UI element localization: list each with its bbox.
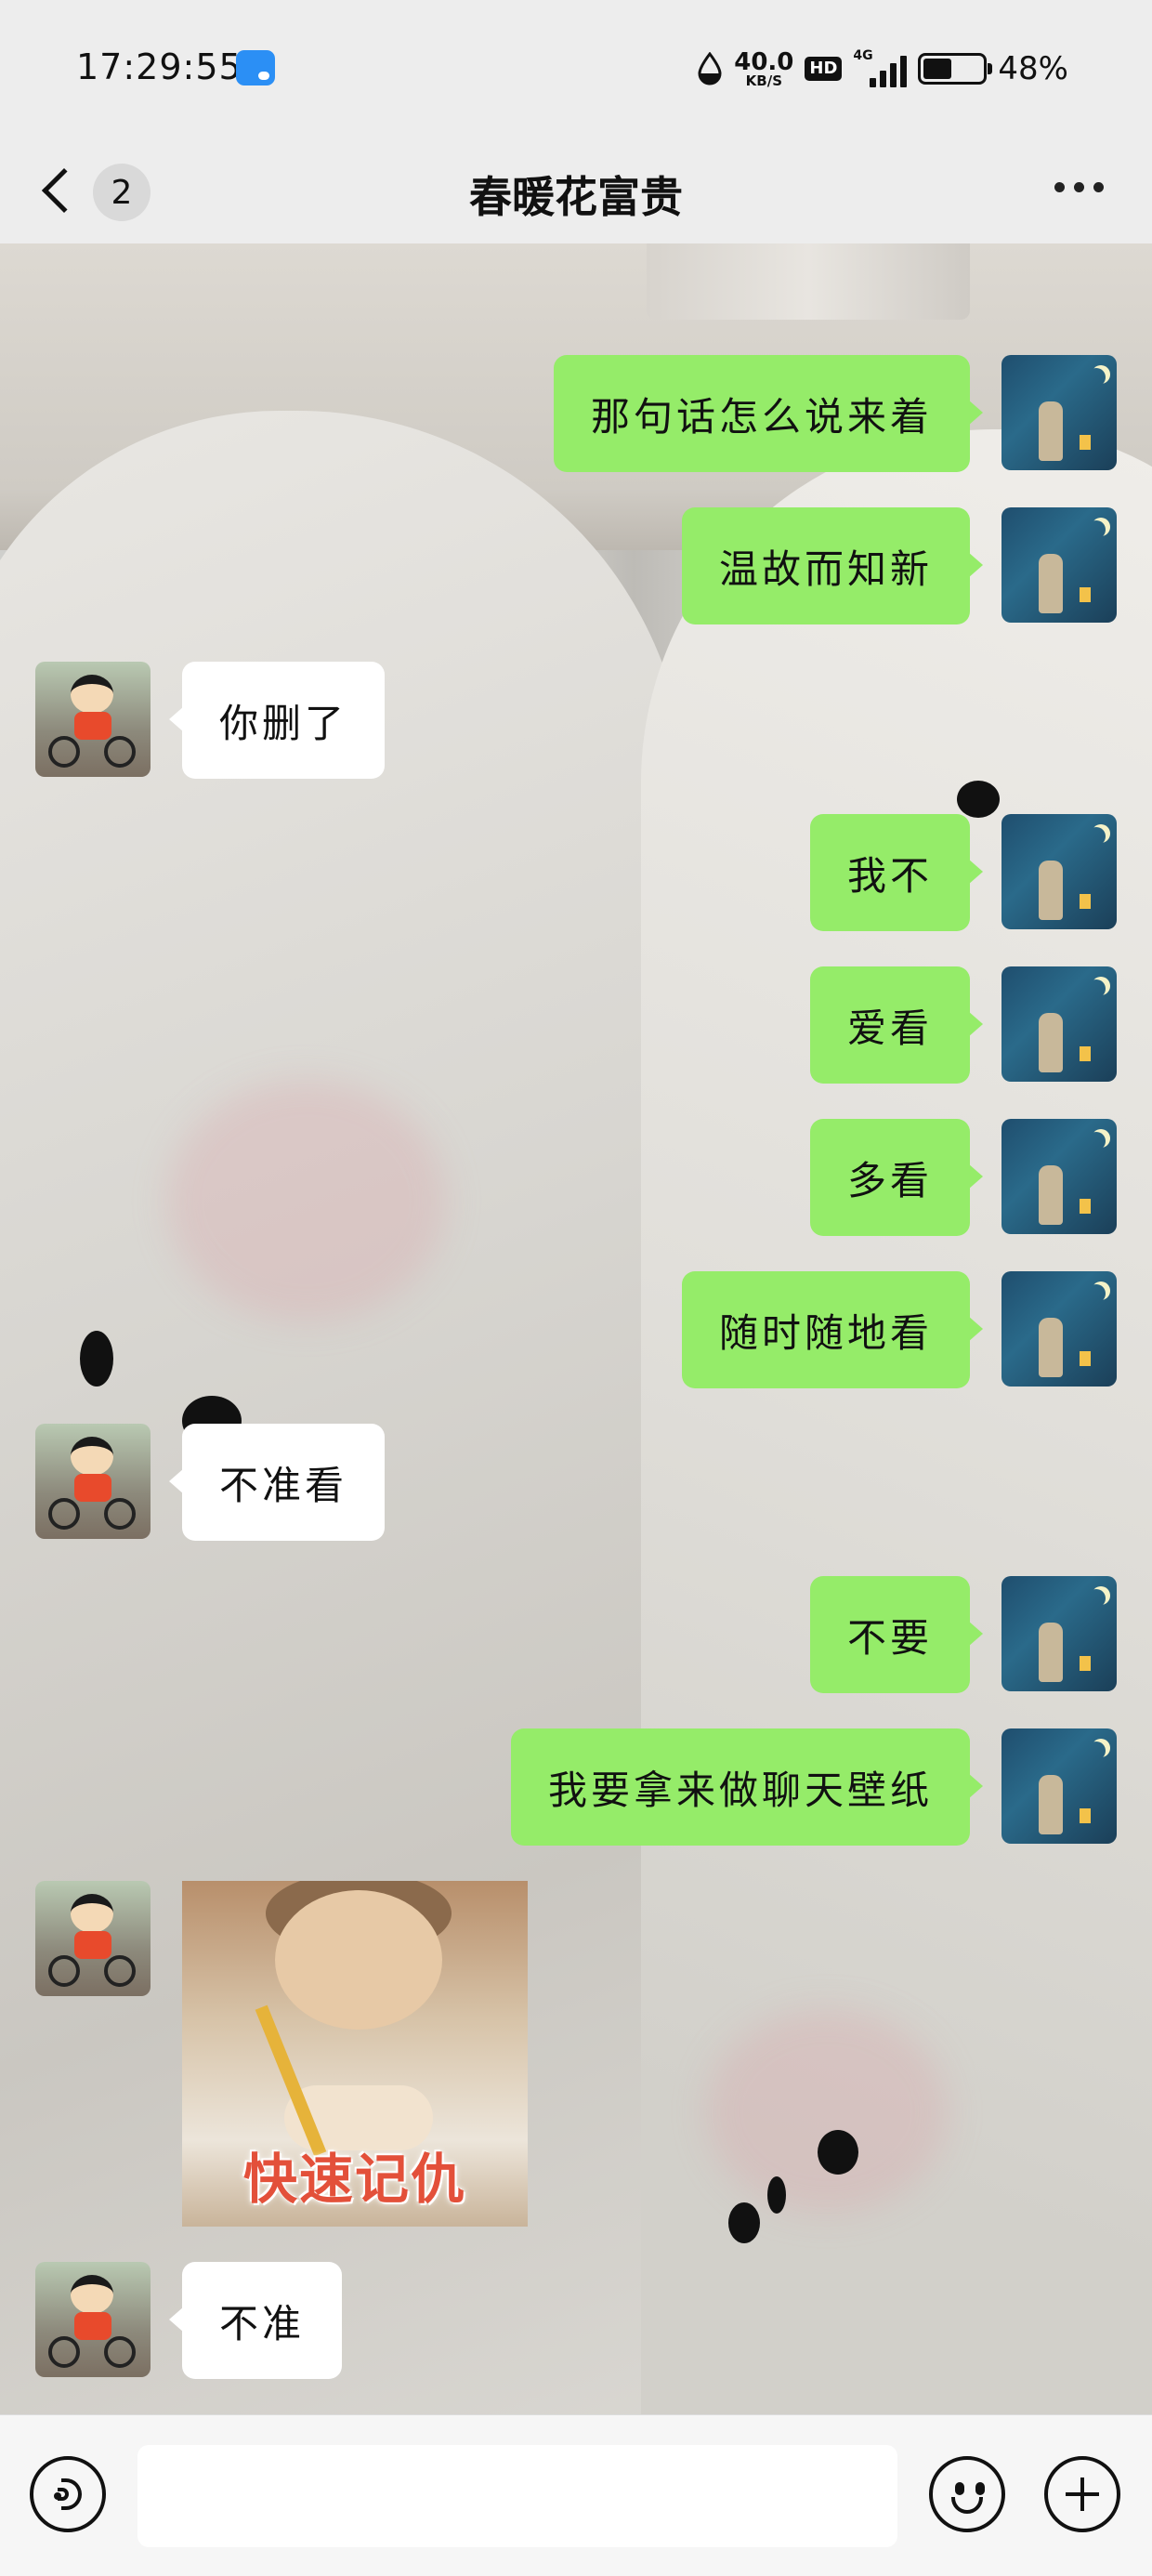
my-avatar[interactable]	[1001, 814, 1117, 929]
wallpaper-eye	[818, 2130, 858, 2175]
my-avatar[interactable]	[1001, 1271, 1117, 1387]
status-indicators: 40.0 KB/S HD 4G 48%	[697, 41, 1068, 97]
message-bubble-incoming[interactable]: 不准看	[168, 1424, 386, 1541]
battery-icon	[918, 53, 993, 85]
hd-icon: HD	[805, 57, 843, 81]
network-speed-unit: KB/S	[745, 72, 782, 89]
my-avatar[interactable]	[1001, 355, 1117, 470]
contact-avatar[interactable]	[35, 662, 151, 777]
my-avatar[interactable]	[1001, 966, 1117, 1082]
my-avatar[interactable]	[1001, 1576, 1117, 1691]
message-bubble-outgoing[interactable]: 随时随地看	[681, 1271, 984, 1388]
message-input[interactable]	[137, 2445, 897, 2547]
chat-header: 2 春暖花富贵	[0, 136, 1152, 243]
network-speed: 40.0 KB/S	[734, 50, 793, 88]
voice-input-button[interactable]	[30, 2456, 106, 2532]
my-avatar[interactable]	[1001, 1728, 1117, 1844]
battery-level	[923, 59, 952, 79]
my-avatar[interactable]	[1001, 507, 1117, 623]
signal-icon: 4G	[853, 48, 908, 89]
input-bar	[0, 2414, 1152, 2576]
network-speed-value: 40.0	[734, 47, 794, 76]
message-bubble-outgoing[interactable]: 我要拿来做聊天壁纸	[510, 1728, 984, 1846]
my-avatar[interactable]	[1001, 1119, 1117, 1234]
wallpaper-eye	[957, 781, 1000, 818]
message-bubble-outgoing[interactable]: 不要	[809, 1576, 984, 1693]
chat-title: 春暖花富贵	[469, 172, 683, 222]
data-saver-icon	[698, 52, 722, 85]
message-bubble-outgoing[interactable]: 多看	[809, 1119, 984, 1236]
contact-avatar[interactable]	[35, 1881, 151, 1996]
more-functions-button[interactable]	[1044, 2456, 1120, 2532]
sticker-caption: 快速记仇	[242, 2148, 466, 2211]
wallpaper-blush	[167, 1080, 446, 1321]
status-time: 17:29:55	[76, 46, 242, 87]
message-bubble-outgoing[interactable]: 那句话怎么说来着	[553, 355, 984, 472]
message-bubble-incoming[interactable]: 你删了	[168, 662, 386, 779]
status-bar: 17:29:55 40.0 KB/S HD 4G 48%	[0, 0, 1152, 136]
wallpaper-blush	[706, 2009, 948, 2214]
more-button[interactable]	[1054, 182, 1104, 192]
message-bubble-incoming[interactable]: 不准	[168, 2262, 343, 2379]
wallpaper-eye	[767, 2176, 786, 2214]
sticker-message[interactable]: 快速记仇	[182, 1881, 528, 2227]
wallpaper-eye	[80, 1331, 113, 1387]
contact-avatar[interactable]	[35, 1424, 151, 1539]
message-bubble-outgoing[interactable]: 我不	[809, 814, 984, 931]
contact-avatar[interactable]	[35, 2262, 151, 2377]
previous-image-message[interactable]	[647, 243, 970, 320]
battery-percent: 48%	[998, 50, 1068, 87]
message-bubble-outgoing[interactable]: 温故而知新	[681, 507, 984, 624]
emoji-button[interactable]	[929, 2456, 1005, 2532]
message-bubble-outgoing[interactable]: 爱看	[809, 966, 984, 1084]
wallpaper-eye	[728, 2202, 760, 2243]
chat-message-list[interactable]: 那句话怎么说来着 温故而知新 你删了 我不 爱看 多看 随时随地看 不准看 不要…	[0, 243, 1152, 2414]
notification-app-icon	[236, 50, 275, 85]
more-dots-icon	[1054, 182, 1065, 192]
